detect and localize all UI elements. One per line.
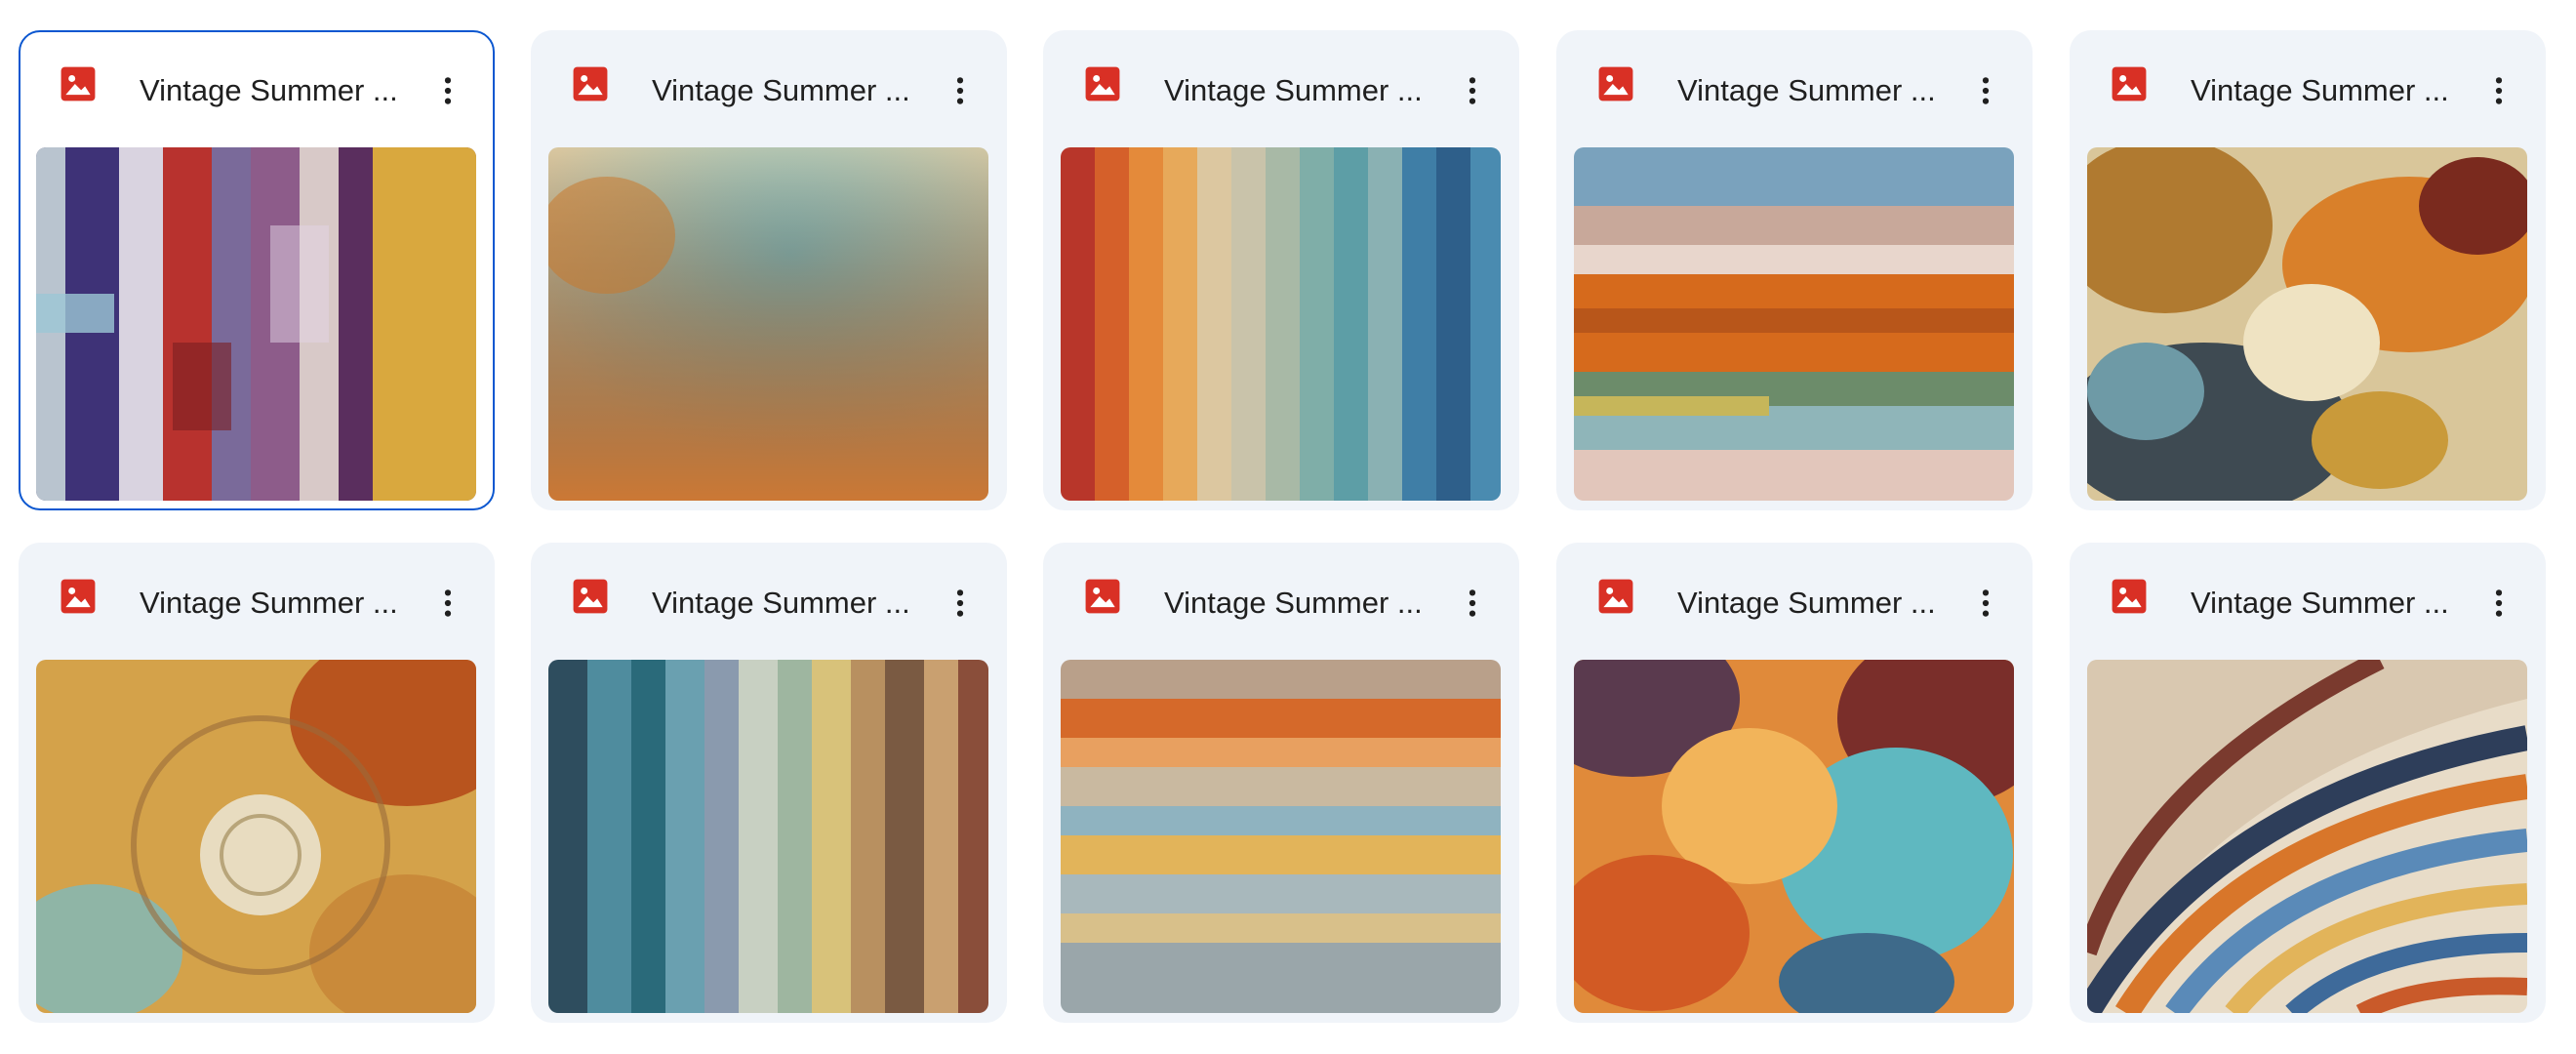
file-name[interactable]: Vintage Summer ...	[652, 71, 935, 110]
file-card[interactable]: Vintage Summer ...	[1043, 30, 1519, 510]
file-thumbnail[interactable]	[36, 660, 476, 1013]
file-name[interactable]: Vintage Summer ...	[652, 584, 935, 623]
more-vert-icon[interactable]	[2477, 69, 2520, 112]
file-card[interactable]: Vintage Summer ...	[531, 543, 1007, 1023]
image-file-icon	[60, 65, 97, 102]
file-name[interactable]: Vintage Summer ...	[140, 71, 423, 110]
file-card[interactable]: Vintage Summer ...	[19, 543, 495, 1023]
more-vert-icon[interactable]	[939, 582, 982, 625]
more-vert-icon[interactable]	[939, 69, 982, 112]
file-name[interactable]: Vintage Summer ...	[1677, 71, 1960, 110]
file-thumbnail[interactable]	[1574, 660, 2014, 1013]
image-file-icon	[2111, 578, 2148, 615]
image-file-icon	[1084, 578, 1121, 615]
file-name[interactable]: Vintage Summer ...	[2191, 584, 2474, 623]
image-file-icon	[1597, 578, 1634, 615]
image-file-icon	[2111, 65, 2148, 102]
file-card[interactable]: Vintage Summer ...	[2070, 543, 2546, 1023]
file-card[interactable]: Vintage Summer ...	[2070, 30, 2546, 510]
more-vert-icon[interactable]	[426, 69, 469, 112]
image-file-icon	[1084, 65, 1121, 102]
file-thumbnail[interactable]	[548, 147, 988, 501]
more-vert-icon[interactable]	[426, 582, 469, 625]
image-file-icon	[60, 578, 97, 615]
file-thumbnail[interactable]	[548, 660, 988, 1013]
file-thumbnail[interactable]	[1574, 147, 2014, 501]
file-thumbnail[interactable]	[1061, 660, 1501, 1013]
file-thumbnail[interactable]	[36, 147, 476, 501]
file-name[interactable]: Vintage Summer ...	[140, 584, 423, 623]
file-name[interactable]: Vintage Summer ...	[1677, 584, 1960, 623]
more-vert-icon[interactable]	[1964, 582, 2007, 625]
file-thumbnail[interactable]	[2087, 660, 2527, 1013]
file-grid: Vintage Summer ... Vintage Summer ... Vi…	[0, 0, 2576, 1054]
more-vert-icon[interactable]	[2477, 582, 2520, 625]
file-card[interactable]: Vintage Summer ...	[531, 30, 1007, 510]
file-name[interactable]: Vintage Summer ...	[1164, 71, 1447, 110]
more-vert-icon[interactable]	[1964, 69, 2007, 112]
file-card[interactable]: Vintage Summer ...	[1556, 30, 2033, 510]
more-vert-icon[interactable]	[1451, 69, 1494, 112]
file-card[interactable]: Vintage Summer ...	[19, 30, 495, 510]
more-vert-icon[interactable]	[1451, 582, 1494, 625]
file-thumbnail[interactable]	[1061, 147, 1501, 501]
image-file-icon	[1597, 65, 1634, 102]
image-file-icon	[572, 65, 609, 102]
image-file-icon	[572, 578, 609, 615]
file-name[interactable]: Vintage Summer ...	[1164, 584, 1447, 623]
file-card[interactable]: Vintage Summer ...	[1556, 543, 2033, 1023]
file-thumbnail[interactable]	[2087, 147, 2527, 501]
file-name[interactable]: Vintage Summer ...	[2191, 71, 2474, 110]
file-card[interactable]: Vintage Summer ...	[1043, 543, 1519, 1023]
